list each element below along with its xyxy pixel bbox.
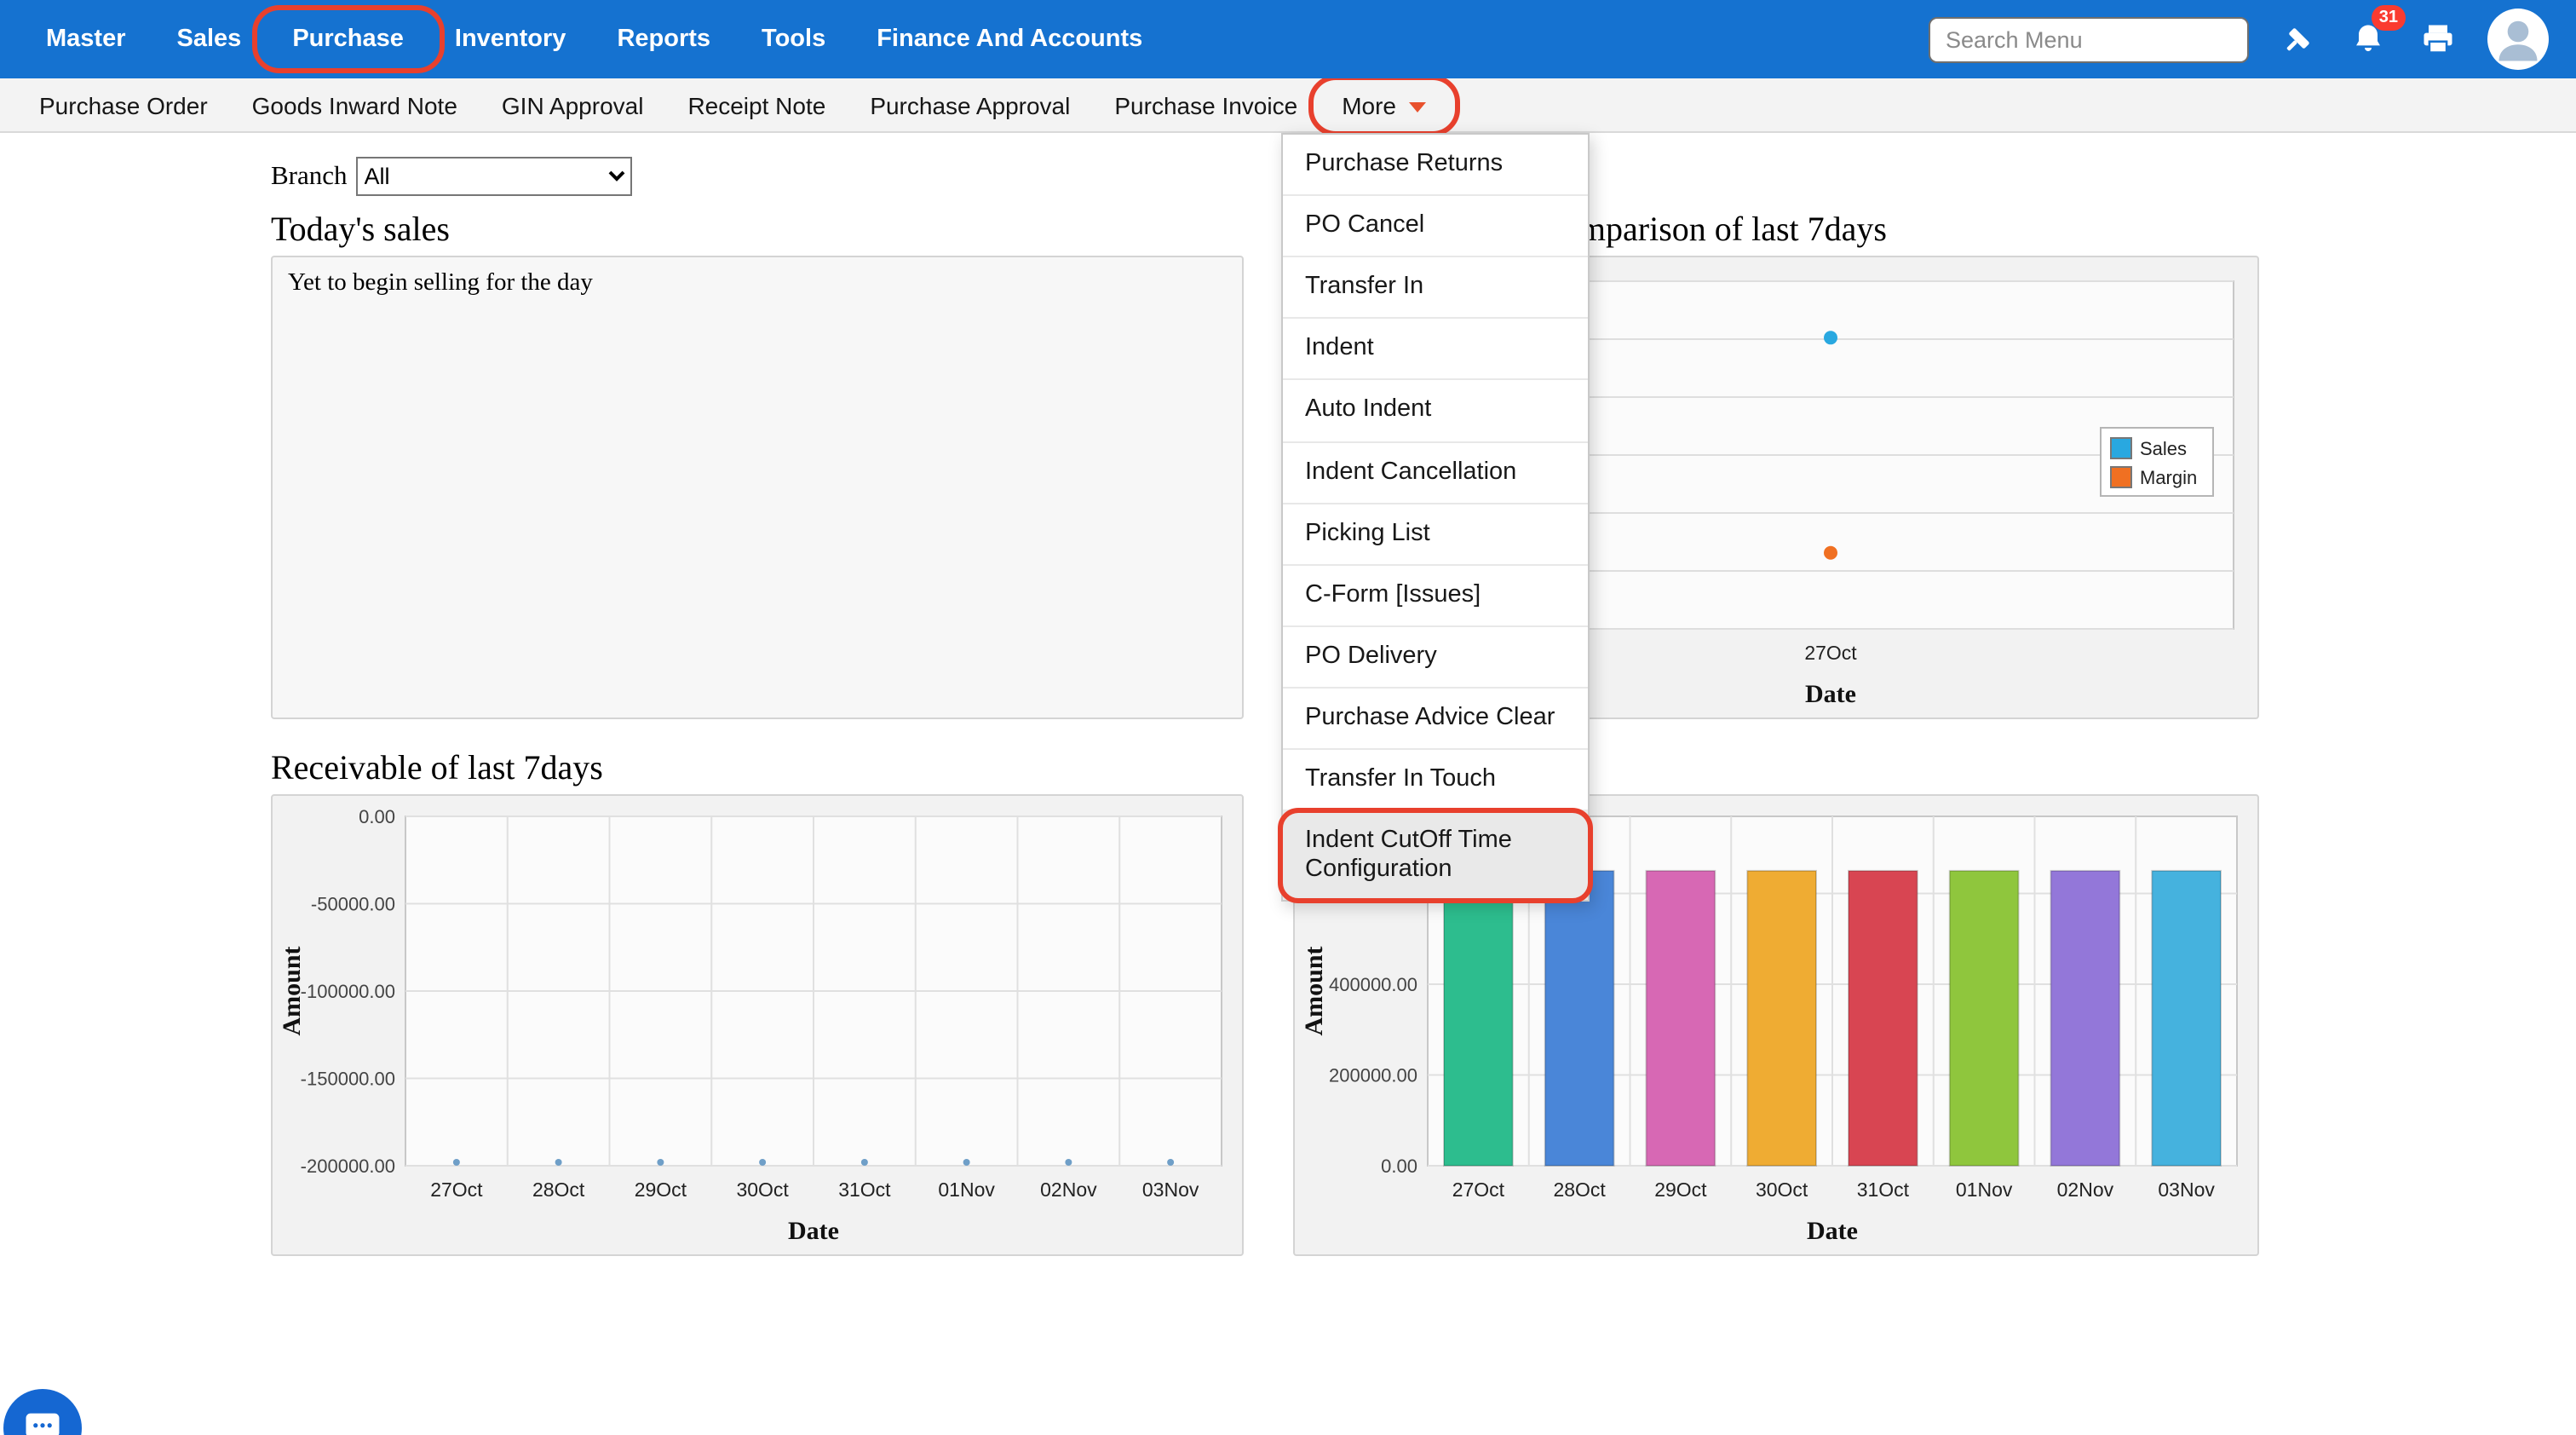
menu-item-po-delivery[interactable]: PO Delivery	[1283, 627, 1588, 689]
nav-item-reports[interactable]: Reports	[591, 15, 736, 63]
svg-text:Margin: Margin	[2140, 467, 2197, 488]
receivable-chart-title: Receivable of last 7days	[271, 750, 603, 789]
menu-item-indent-cutoff-time-configuration[interactable]: Indent CutOff Time Configuration	[1283, 811, 1588, 900]
svg-text:Amount: Amount	[278, 946, 306, 1035]
subnav-item-goods-inward-note[interactable]: Goods Inward Note	[230, 83, 480, 127]
receivable-chart-panel: 0.00 -50000.00 -100000.00 -150000.00 -200000…	[271, 794, 1244, 1256]
svg-text:31Oct: 31Oct	[1857, 1179, 1910, 1201]
nav-item-tools[interactable]: Tools	[736, 15, 851, 63]
svg-text:29Oct: 29Oct	[1654, 1179, 1707, 1201]
branch-filter-row: Branch All	[271, 157, 632, 196]
today-sales-title: Today's sales	[271, 211, 450, 251]
menu-item-po-cancel[interactable]: PO Cancel	[1283, 196, 1588, 257]
menu-item-auto-indent[interactable]: Auto Indent	[1283, 381, 1588, 442]
menu-item-purchase-advice-clear[interactable]: Purchase Advice Clear	[1283, 689, 1588, 750]
svg-text:02Nov: 02Nov	[1040, 1179, 1097, 1201]
nav-item-finance-and-accounts[interactable]: Finance And Accounts	[851, 15, 1168, 63]
svg-text:400000.00: 400000.00	[1329, 974, 1417, 995]
chat-support-button[interactable]	[3, 1389, 82, 1435]
menu-item-indent-cancellation[interactable]: Indent Cancellation	[1283, 442, 1588, 504]
subnav-item-purchase-invoice[interactable]: Purchase Invoice	[1092, 83, 1320, 127]
svg-text:03Nov: 03Nov	[2158, 1179, 2215, 1201]
svg-text:30Oct: 30Oct	[1756, 1179, 1808, 1201]
more-dropdown-menu: Purchase Returns PO Cancel Transfer In I…	[1281, 133, 1590, 902]
nav-item-inventory[interactable]: Inventory	[429, 15, 592, 63]
gavel-button[interactable]	[2278, 19, 2319, 60]
chevron-down-icon	[1408, 101, 1425, 112]
svg-text:Date: Date	[1805, 680, 1856, 708]
nav-item-sales[interactable]: Sales	[152, 15, 267, 63]
person-icon	[2487, 9, 2549, 70]
svg-text:-50000.00: -50000.00	[311, 894, 395, 915]
app-root: Master Sales Purchase Inventory Reports …	[0, 0, 2576, 1435]
subnav-item-receipt-note[interactable]: Receipt Note	[665, 83, 848, 127]
subnav-item-gin-approval[interactable]: GIN Approval	[480, 83, 666, 127]
svg-text:200000.00: 200000.00	[1329, 1065, 1417, 1086]
svg-text:28Oct: 28Oct	[1553, 1179, 1606, 1201]
today-sales-panel: Yet to begin selling for the day	[271, 256, 1244, 719]
receivable-chart: 0.00 -50000.00 -100000.00 -150000.00 -200000…	[273, 796, 1242, 1254]
purchase-subnav: Purchase Order Goods Inward Note GIN App…	[0, 78, 2576, 133]
svg-text:27Oct: 27Oct	[1452, 1179, 1505, 1201]
menu-item-picking-list[interactable]: Picking List	[1283, 504, 1588, 565]
svg-text:28Oct: 28Oct	[532, 1179, 585, 1201]
notification-badge: 31	[2372, 5, 2406, 31]
svg-text:27Oct: 27Oct	[1804, 642, 1857, 664]
nav-item-purchase[interactable]: Purchase	[267, 15, 429, 63]
menu-item-indent-cutoff-label: Indent CutOff Time Configuration	[1305, 827, 1512, 883]
svg-text:Amount: Amount	[1300, 946, 1328, 1035]
svg-text:03Nov: 03Nov	[1142, 1179, 1199, 1201]
svg-text:01Nov: 01Nov	[1956, 1179, 2013, 1201]
svg-text:Date: Date	[788, 1217, 839, 1245]
menu-item-transfer-in-touch[interactable]: Transfer In Touch	[1283, 750, 1588, 811]
svg-text:0.00: 0.00	[1381, 1155, 1417, 1177]
svg-text:-150000.00: -150000.00	[301, 1069, 395, 1090]
search-input[interactable]	[1929, 16, 2249, 62]
user-avatar[interactable]	[2487, 9, 2549, 70]
svg-text:29Oct: 29Oct	[635, 1179, 687, 1201]
svg-text:0.00: 0.00	[359, 806, 395, 827]
branch-select[interactable]: All	[356, 157, 632, 196]
svg-text:Date: Date	[1807, 1217, 1858, 1245]
top-navbar-right: 31	[1929, 9, 2576, 70]
svg-text:02Nov: 02Nov	[2057, 1179, 2114, 1201]
print-button[interactable]	[2418, 19, 2458, 60]
menu-item-transfer-in[interactable]: Transfer In	[1283, 257, 1588, 319]
printer-icon	[2419, 20, 2457, 58]
branch-label: Branch	[271, 161, 348, 192]
gavel-icon	[2280, 20, 2317, 58]
menu-item-indent[interactable]: Indent	[1283, 320, 1588, 381]
svg-text:30Oct: 30Oct	[736, 1179, 789, 1201]
chat-bubble-icon	[20, 1406, 65, 1435]
subnav-item-purchase-order[interactable]: Purchase Order	[17, 83, 230, 127]
nav-item-purchase-label: Purchase	[292, 26, 404, 53]
subnav-item-purchase-approval[interactable]: Purchase Approval	[848, 83, 1092, 127]
notifications-button[interactable]: 31	[2348, 19, 2389, 60]
menu-item-purchase-returns[interactable]: Purchase Returns	[1283, 135, 1588, 196]
top-navbar-items: Master Sales Purchase Inventory Reports …	[0, 15, 1168, 63]
more-label: More	[1342, 91, 1396, 118]
svg-text:01Nov: 01Nov	[938, 1179, 995, 1201]
nav-item-master[interactable]: Master	[20, 15, 152, 63]
svg-text:-200000.00: -200000.00	[301, 1155, 395, 1177]
today-sales-message: Yet to begin selling for the day	[273, 257, 1242, 310]
svg-text:-100000.00: -100000.00	[301, 981, 395, 1002]
svg-text:27Oct: 27Oct	[430, 1179, 483, 1201]
receivable-svg: 0.00 -50000.00 -100000.00 -150000.00 -200000…	[273, 796, 1242, 1254]
top-navbar: Master Sales Purchase Inventory Reports …	[0, 0, 2576, 78]
svg-text:31Oct: 31Oct	[838, 1179, 891, 1201]
subnav-item-more[interactable]: More	[1320, 83, 1447, 127]
svg-text:Sales: Sales	[2140, 438, 2187, 459]
menu-item-c-form-issues[interactable]: C-Form [Issues]	[1283, 566, 1588, 627]
